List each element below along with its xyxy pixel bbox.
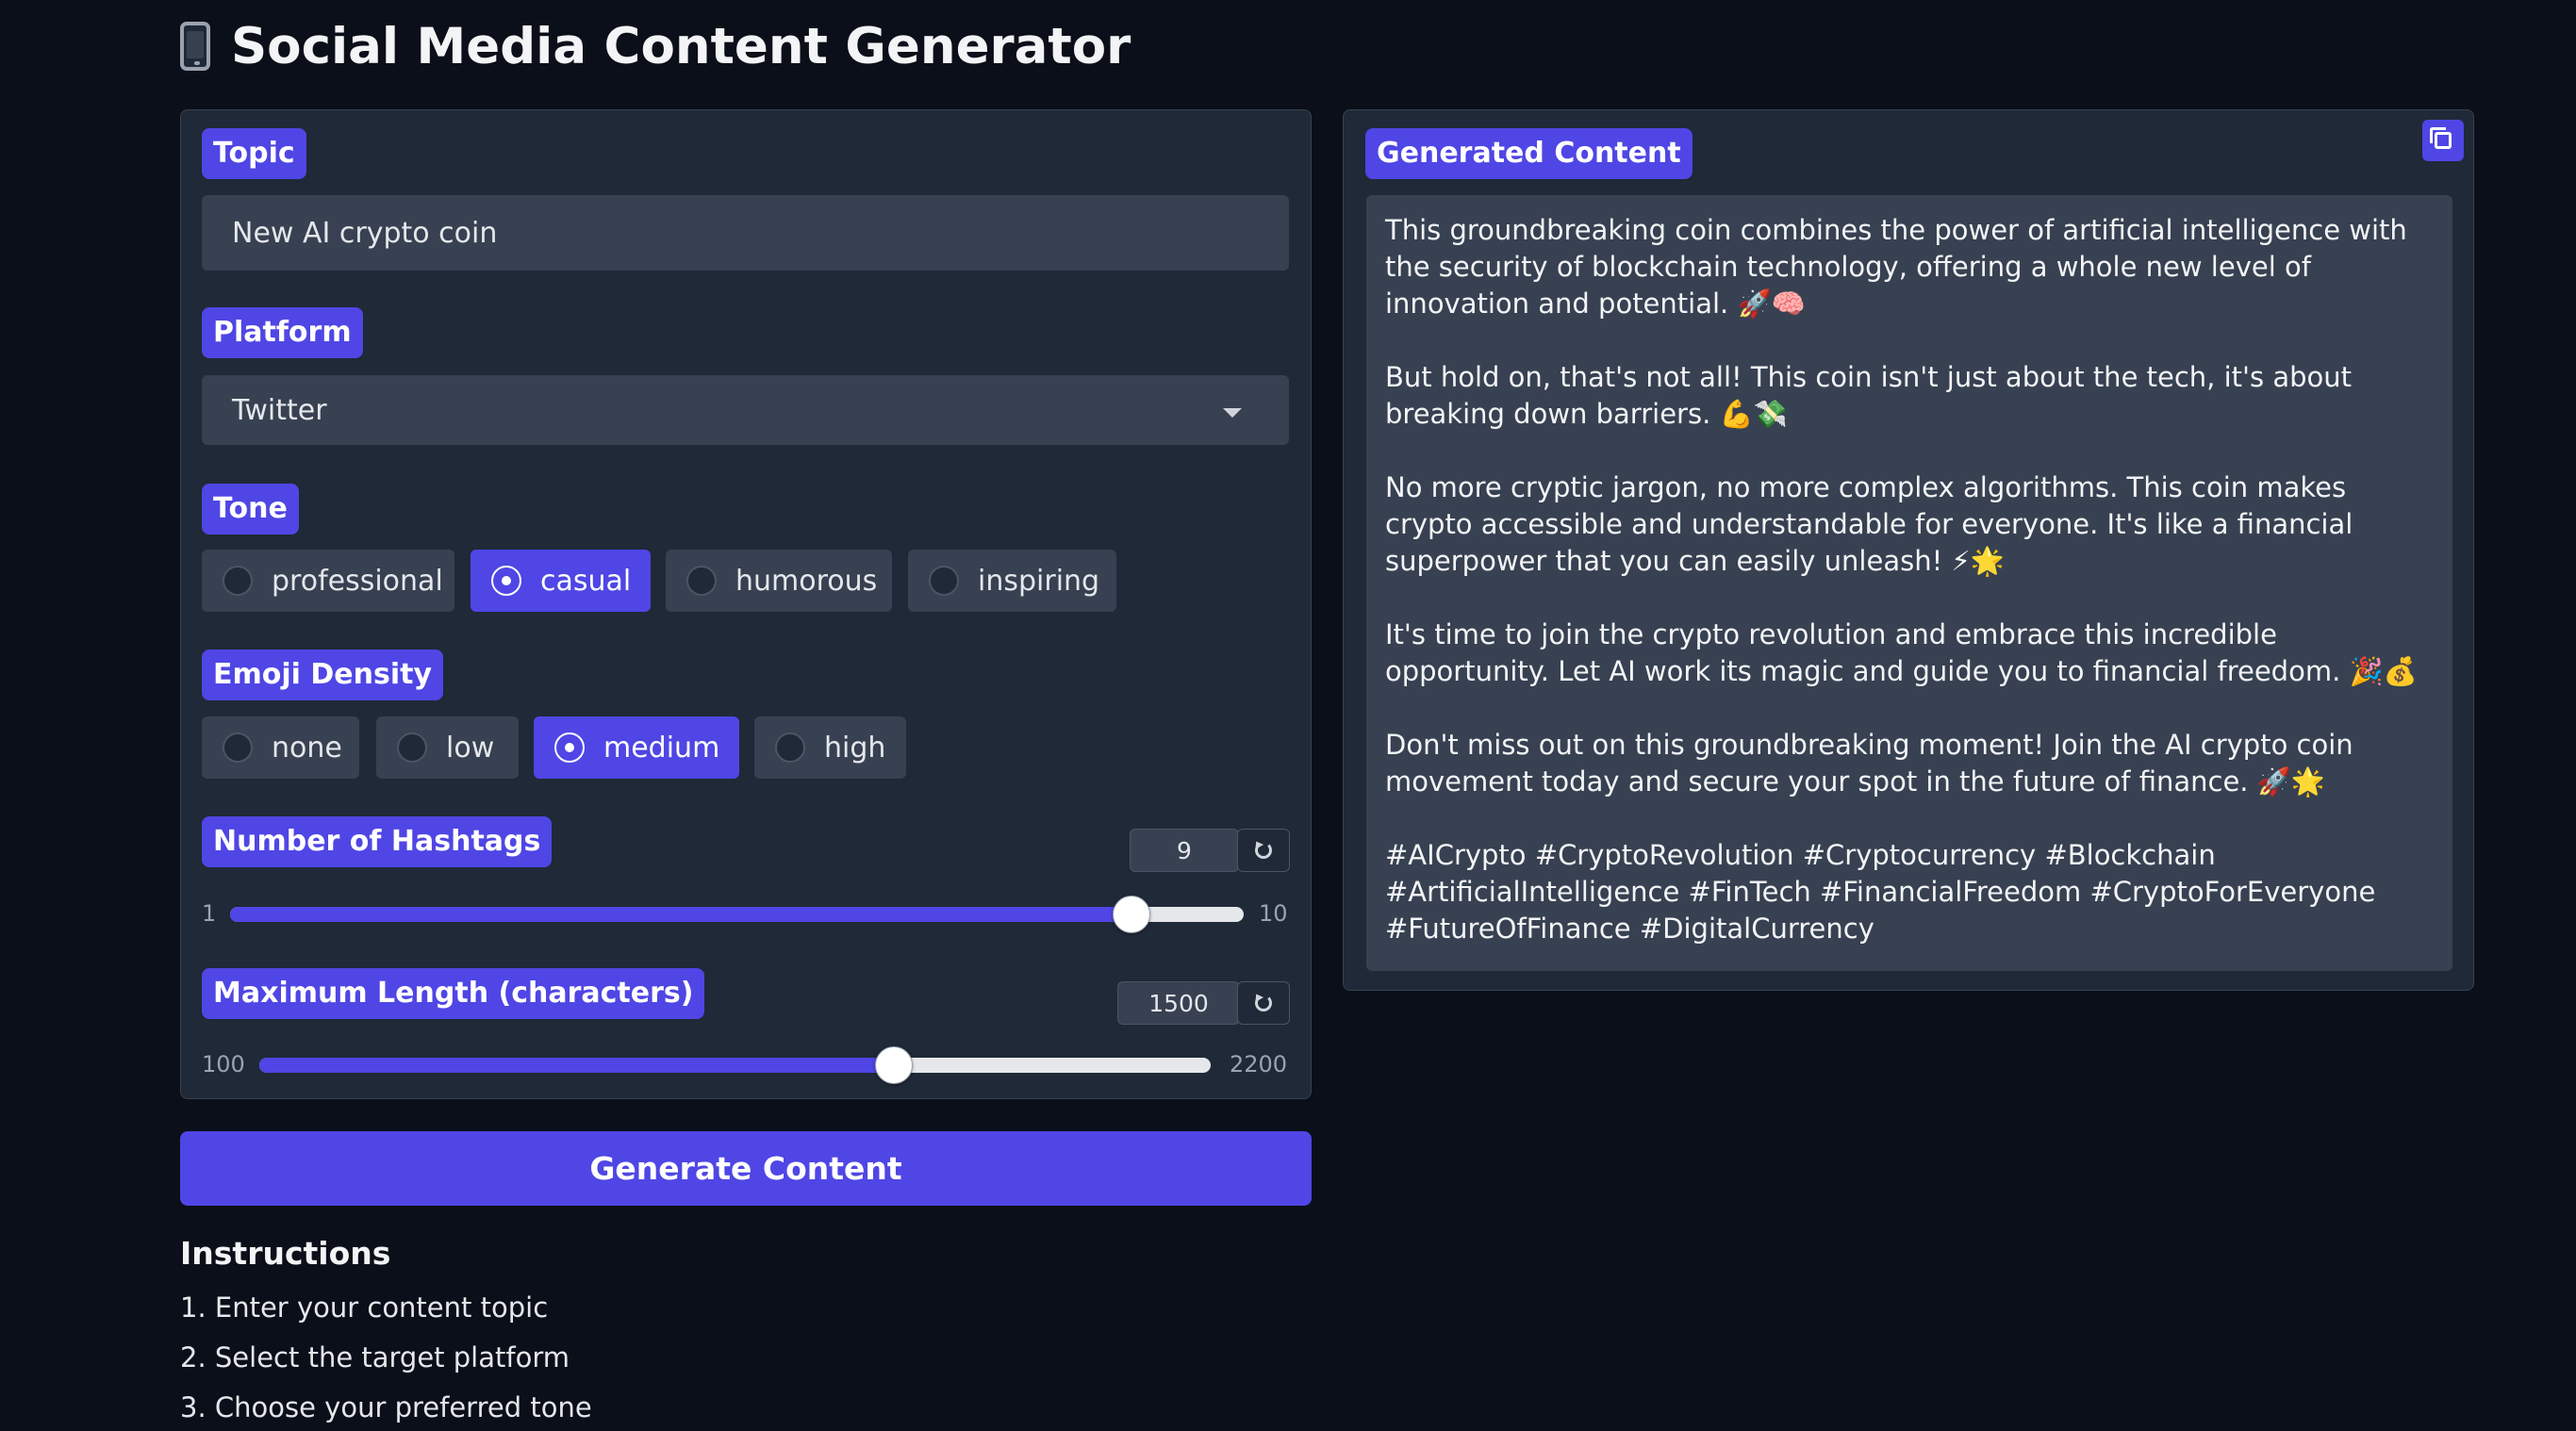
radio-unchecked-icon <box>397 732 427 763</box>
emoji-option-label: medium <box>603 731 720 765</box>
topic-label: Topic <box>202 128 306 179</box>
emoji-option-none[interactable]: none <box>202 716 359 779</box>
platform-dropdown-value: Twitter <box>232 393 327 427</box>
emoji-option-label: none <box>272 731 342 765</box>
max-length-slider-track[interactable] <box>259 1058 1211 1073</box>
tone-option-casual[interactable]: casual <box>471 550 651 612</box>
output-paragraph: Don't miss out on this groundbreaking mo… <box>1385 729 2353 798</box>
tone-option-professional[interactable]: professional <box>202 550 454 612</box>
app-root: Social Media Content Generator Topic New… <box>0 0 2576 1431</box>
emoji-option-high[interactable]: high <box>754 716 906 779</box>
page-title: Social Media Content Generator <box>180 13 1131 79</box>
max-length-min-label: 100 <box>202 1051 245 1077</box>
hashtags-max-label: 10 <box>1259 900 1288 927</box>
reset-icon <box>1255 995 1272 1012</box>
instructions-title: Instructions <box>180 1235 391 1272</box>
hashtags-min-label: 1 <box>202 900 217 927</box>
hashtags-number-input[interactable]: 9 <box>1130 829 1239 872</box>
tone-option-inspiring[interactable]: inspiring <box>908 550 1116 612</box>
output-paragraph: But hold on, that's not all! This coin i… <box>1385 361 2352 430</box>
output-hashtags: #AICrypto #CryptoRevolution #Cryptocurre… <box>1385 839 2376 945</box>
output-paragraph: It's time to join the crypto revolution … <box>1385 618 2418 687</box>
input-panel: Topic New AI crypto coin Platform Twitte… <box>180 109 1312 1099</box>
instruction-item: 2. Select the target platform <box>180 1341 570 1373</box>
tone-option-label: inspiring <box>978 564 1100 598</box>
tone-option-label: casual <box>540 564 632 598</box>
radio-unchecked-icon <box>775 732 805 763</box>
hashtags-slider-thumb[interactable] <box>1112 896 1150 933</box>
hashtags-reset-button[interactable] <box>1237 829 1290 872</box>
emoji-density-label: Emoji Density <box>202 650 444 700</box>
tone-option-label: professional <box>272 564 443 598</box>
max-length-max-label: 2200 <box>1230 1051 1288 1077</box>
emoji-option-medium[interactable]: medium <box>534 716 739 779</box>
hashtags-slider-track[interactable] <box>230 907 1244 922</box>
generated-content-label: Generated Content <box>1365 128 1693 179</box>
topic-input[interactable]: New AI crypto coin <box>202 195 1289 271</box>
platform-label: Platform <box>202 307 363 358</box>
page-title-text: Social Media Content Generator <box>231 17 1131 75</box>
emoji-option-label: high <box>824 731 886 765</box>
generated-content-textbox[interactable]: This groundbreaking coin combines the po… <box>1366 195 2452 971</box>
instruction-item: 1. Enter your content topic <box>180 1291 549 1324</box>
instruction-item: 3. Choose your preferred tone <box>180 1391 592 1423</box>
max-length-slider-fill <box>259 1058 894 1073</box>
emoji-option-low[interactable]: low <box>376 716 519 779</box>
copy-icon <box>2430 127 2452 149</box>
reset-icon <box>1255 842 1272 859</box>
tone-label: Tone <box>202 484 299 535</box>
copy-button[interactable] <box>2422 120 2464 161</box>
max-length-reset-button[interactable] <box>1237 981 1290 1025</box>
radio-unchecked-icon <box>223 566 253 596</box>
max-length-number-input[interactable]: 1500 <box>1117 981 1240 1025</box>
tone-option-label: humorous <box>735 564 878 598</box>
chevron-down-icon <box>1223 408 1242 418</box>
hashtags-slider-fill <box>230 907 1131 922</box>
max-length-slider-thumb[interactable] <box>875 1046 913 1084</box>
output-paragraph: No more cryptic jargon, no more complex … <box>1385 471 2353 577</box>
platform-dropdown[interactable]: Twitter <box>202 375 1289 445</box>
emoji-option-label: low <box>446 731 495 765</box>
radio-unchecked-icon <box>929 566 959 596</box>
max-length-label: Maximum Length (characters) <box>202 968 705 1019</box>
topic-input-value: New AI crypto coin <box>232 216 498 250</box>
generate-content-button[interactable]: Generate Content <box>180 1131 1312 1206</box>
output-paragraph: This groundbreaking coin combines the po… <box>1385 214 2407 320</box>
radio-unchecked-icon <box>223 732 253 763</box>
radio-checked-icon <box>491 566 521 596</box>
tone-option-humorous[interactable]: humorous <box>666 550 892 612</box>
radio-checked-icon <box>554 732 585 763</box>
radio-unchecked-icon <box>686 566 717 596</box>
output-panel: Generated Content This groundbreaking co… <box>1343 109 2474 991</box>
mobile-phone-icon <box>180 22 210 71</box>
hashtags-label: Number of Hashtags <box>202 816 553 867</box>
